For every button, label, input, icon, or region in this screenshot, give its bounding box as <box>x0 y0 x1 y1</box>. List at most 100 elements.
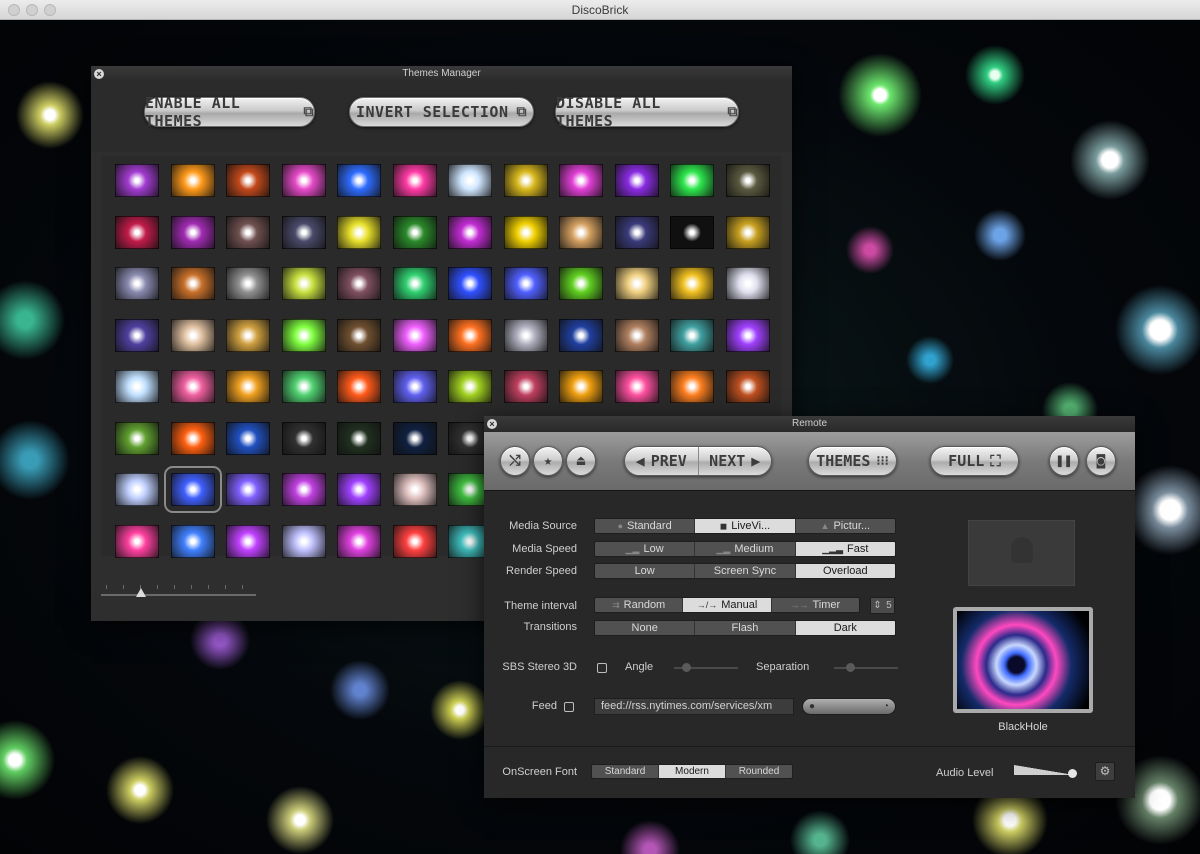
theme-thumbnail[interactable] <box>226 524 270 558</box>
theme-thumbnail[interactable] <box>503 318 548 352</box>
font-standard[interactable]: Standard <box>592 765 659 778</box>
theme-thumbnail[interactable] <box>226 318 270 352</box>
theme-thumbnail[interactable] <box>226 473 270 506</box>
theme-thumbnail[interactable] <box>725 370 770 403</box>
theme-thumbnail[interactable] <box>281 524 326 558</box>
theme-thumbnail[interactable] <box>503 215 548 249</box>
theme-thumbnail[interactable] <box>614 215 659 249</box>
theme-thumbnail[interactable] <box>559 370 603 403</box>
theme-thumbnail[interactable] <box>559 267 603 300</box>
feed-options-control[interactable]: ● ◔ <box>802 698 896 715</box>
theme-thumbnail[interactable] <box>226 267 270 300</box>
theme-thumbnail[interactable] <box>337 473 381 506</box>
theme-thumbnail[interactable] <box>170 318 215 352</box>
render-speed-screen-sync[interactable]: Screen Sync <box>695 564 796 578</box>
feed-checkbox[interactable] <box>564 702 574 712</box>
theme-thumbnail[interactable] <box>614 267 659 300</box>
theme-interval-random[interactable]: ⇉ Random <box>595 598 684 612</box>
theme-thumbnail[interactable] <box>337 267 381 300</box>
theme-thumbnail[interactable] <box>614 370 659 403</box>
theme-thumbnail[interactable] <box>448 267 492 300</box>
thumbnail-size-knob[interactable] <box>136 588 146 597</box>
theme-thumbnail[interactable] <box>281 267 326 300</box>
media-speed-low[interactable]: ▁▂ Low <box>595 542 696 556</box>
transitions-none[interactable]: None <box>595 621 696 635</box>
theme-thumbnail[interactable] <box>115 164 159 197</box>
theme-thumbnail[interactable] <box>503 267 548 300</box>
settings-button[interactable]: ⚙ <box>1095 762 1115 781</box>
theme-thumbnail[interactable] <box>559 215 603 249</box>
render-speed-low[interactable]: Low <box>595 564 696 578</box>
theme-thumbnail[interactable] <box>281 421 326 455</box>
theme-thumbnail[interactable] <box>670 267 714 300</box>
theme-thumbnail[interactable] <box>392 164 437 197</box>
theme-thumbnail[interactable] <box>115 215 159 249</box>
theme-thumbnail[interactable] <box>725 215 770 249</box>
disable-all-themes-button[interactable]: DISABLE ALL THEMES ⧉ <box>555 94 739 130</box>
enable-all-themes-button[interactable]: ENABLE ALL THEMES ⧉ <box>144 94 315 130</box>
theme-thumbnail[interactable] <box>115 267 159 300</box>
theme-thumbnail[interactable] <box>559 318 603 352</box>
theme-thumbnail[interactable] <box>725 267 770 300</box>
themes-button[interactable]: THEMES ⁝⁝⁝ <box>808 446 897 476</box>
theme-thumbnail[interactable] <box>281 473 326 506</box>
theme-thumbnail[interactable] <box>614 318 659 352</box>
theme-thumbnail[interactable] <box>281 318 326 352</box>
theme-thumbnail[interactable] <box>392 318 437 352</box>
theme-thumbnail[interactable] <box>170 267 215 300</box>
invert-selection-button[interactable]: INVERT SELECTION ⧉ <box>349 97 534 127</box>
audio-level-knob[interactable] <box>1068 769 1077 778</box>
theme-thumbnail[interactable] <box>281 370 326 403</box>
theme-interval-manual[interactable]: →/→ Manual <box>683 598 772 612</box>
theme-thumbnail[interactable] <box>115 370 159 403</box>
theme-thumbnail[interactable] <box>392 524 437 558</box>
next-button[interactable]: NEXT ▶ <box>699 447 772 475</box>
eject-button[interactable]: ⏏ <box>566 446 596 476</box>
theme-thumbnail[interactable] <box>448 370 492 403</box>
theme-thumbnail[interactable] <box>670 370 714 403</box>
theme-thumbnail[interactable] <box>392 473 437 506</box>
theme-thumbnail[interactable] <box>226 421 270 455</box>
fullscreen-button[interactable]: FULL ⛶ <box>930 446 1019 476</box>
theme-thumbnail[interactable] <box>337 215 381 249</box>
theme-thumbnail[interactable] <box>559 164 603 197</box>
media-source-standard[interactable]: ● Standard <box>595 519 696 533</box>
theme-thumbnail[interactable] <box>337 421 381 455</box>
render-speed-overload[interactable]: Overload <box>795 564 895 578</box>
theme-thumbnail[interactable] <box>115 318 159 352</box>
theme-thumbnail[interactable] <box>170 524 215 558</box>
theme-thumbnail[interactable] <box>392 421 437 455</box>
media-source-livevideo[interactable]: ◼ LiveVi... <box>695 519 796 533</box>
media-source-pictures[interactable]: ▲ Pictur... <box>796 519 895 533</box>
theme-thumbnail[interactable] <box>448 215 492 249</box>
theme-thumbnail[interactable] <box>115 524 159 558</box>
angle-knob[interactable] <box>682 663 691 672</box>
theme-thumbnail[interactable] <box>392 215 437 249</box>
theme-thumbnail[interactable] <box>115 421 159 455</box>
theme-thumbnail[interactable] <box>670 215 714 249</box>
theme-thumbnail[interactable] <box>337 524 381 558</box>
theme-thumbnail[interactable] <box>503 164 548 197</box>
theme-thumbnail[interactable] <box>670 164 714 197</box>
shuffle-button[interactable]: ⤭ <box>500 446 530 476</box>
media-speed-medium[interactable]: ▁▂ Medium <box>695 542 796 556</box>
theme-thumbnail[interactable] <box>170 421 215 455</box>
theme-thumbnail[interactable] <box>448 318 492 352</box>
theme-thumbnail[interactable] <box>226 164 270 197</box>
theme-thumbnail[interactable] <box>614 164 659 197</box>
theme-thumbnail[interactable] <box>337 164 381 197</box>
theme-thumbnail[interactable] <box>725 164 770 197</box>
stereo-checkbox[interactable] <box>597 663 607 673</box>
theme-thumbnail[interactable] <box>170 370 215 403</box>
pause-button[interactable]: ❚❚ <box>1049 446 1079 476</box>
theme-thumbnail[interactable] <box>170 215 215 249</box>
feed-url-field[interactable]: feed://rss.nytimes.com/services/xm <box>594 698 794 715</box>
transitions-dark[interactable]: Dark <box>795 621 895 635</box>
font-rounded[interactable]: Rounded <box>726 765 792 778</box>
theme-thumbnail[interactable] <box>337 318 381 352</box>
theme-thumbnail[interactable] <box>725 318 770 352</box>
screenshot-button[interactable]: ◙ <box>1086 446 1116 476</box>
theme-thumbnail[interactable] <box>448 164 492 197</box>
font-modern[interactable]: Modern <box>659 765 726 778</box>
theme-thumbnail[interactable] <box>281 215 326 249</box>
